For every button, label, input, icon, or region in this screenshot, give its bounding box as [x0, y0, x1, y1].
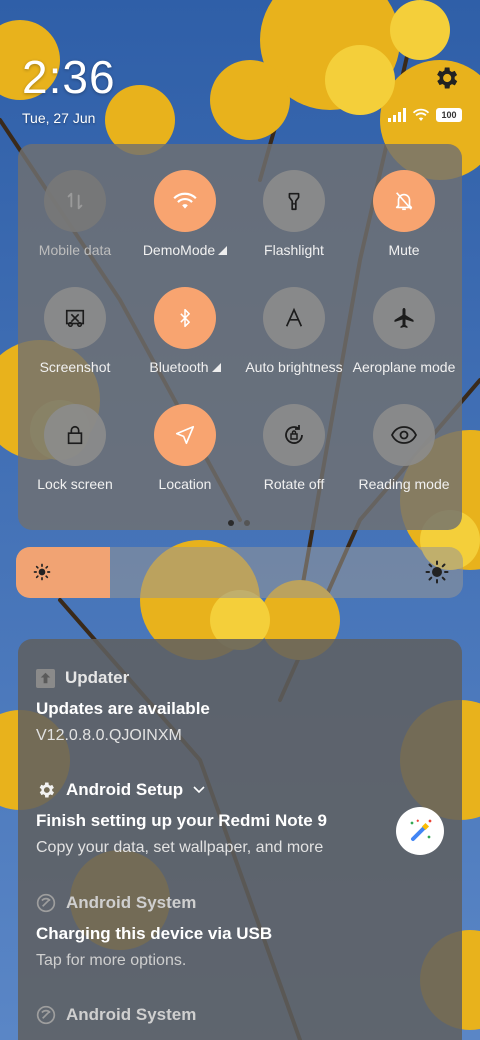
- tile-demomode[interactable]: DemoMode: [130, 170, 240, 258]
- battery-indicator: 100: [436, 108, 462, 122]
- bluetooth-icon: [154, 287, 216, 349]
- tile-aeroplane-mode[interactable]: Aeroplane mode: [349, 287, 459, 375]
- tile-bluetooth[interactable]: Bluetooth: [130, 287, 240, 375]
- android-system-icon: [36, 893, 56, 913]
- notification-panel: Updater Updates are available V12.0.8.0.…: [18, 639, 462, 1040]
- tile-lock-screen[interactable]: Lock screen: [20, 404, 130, 492]
- notification-android-system-2[interactable]: Android System: [36, 1004, 444, 1026]
- notification-title: Updates are available: [36, 699, 210, 718]
- bell-off-icon: [373, 170, 435, 232]
- date[interactable]: Tue, 27 Jun: [22, 110, 95, 126]
- brightness-high-icon: [425, 560, 449, 584]
- rotate-lock-icon: [263, 404, 325, 466]
- tile-label: Screenshot: [39, 359, 111, 375]
- notification-title: Charging this device via USB: [36, 924, 273, 943]
- clock[interactable]: 2:36: [22, 50, 116, 104]
- brightness-fill: [16, 547, 110, 598]
- tile-label: Aeroplane mode: [352, 359, 456, 375]
- chevron-down-icon[interactable]: [193, 785, 205, 795]
- notification-text: Tap for more options.: [36, 952, 187, 969]
- mobile-data-icon: [44, 170, 106, 232]
- notification-text: Copy your data, set wallpaper, and more: [36, 839, 324, 856]
- gear-icon[interactable]: [432, 64, 460, 92]
- expand-indicator: [211, 363, 221, 372]
- expand-indicator: [218, 246, 228, 255]
- tile-label: Auto brightness: [245, 359, 343, 375]
- lock-icon: [44, 404, 106, 466]
- tile-screenshot[interactable]: Screenshot: [20, 287, 130, 375]
- tile-label: Bluetooth: [130, 359, 240, 375]
- notification-title: Finish setting up your Redmi Note 9: [36, 811, 327, 830]
- tile-label: DemoMode: [130, 242, 240, 258]
- app-name: Android System: [66, 1005, 197, 1024]
- tile-label: Location: [158, 476, 212, 492]
- tile-mute[interactable]: Mute: [349, 170, 459, 258]
- app-name: Android System: [66, 893, 197, 912]
- updater-icon: [36, 668, 55, 688]
- location-icon: [154, 404, 216, 466]
- tile-flashlight[interactable]: Flashlight: [239, 170, 349, 258]
- status-icons: 100: [388, 108, 462, 122]
- tile-location[interactable]: Location: [130, 404, 240, 492]
- notification-android-setup[interactable]: Android Setup Finish setting up your Red…: [36, 779, 444, 857]
- tile-label: Reading mode: [358, 476, 450, 492]
- tile-label: Flashlight: [264, 242, 324, 258]
- notification-android-system[interactable]: Android System Charging this device via …: [36, 892, 444, 970]
- tile-label: Rotate off: [263, 476, 325, 492]
- page-dot[interactable]: [244, 520, 250, 526]
- eye-icon: [373, 404, 435, 466]
- tile-mobile-data[interactable]: Mobile data: [20, 170, 130, 258]
- airplane-icon: [373, 287, 435, 349]
- wifi-icon: [154, 170, 216, 232]
- magic-wand-icon: [396, 807, 444, 855]
- tile-label: Lock screen: [37, 476, 113, 492]
- app-name: Android Setup: [66, 780, 184, 799]
- auto-brightness-icon: [263, 287, 325, 349]
- app-name: Updater: [65, 668, 130, 687]
- android-system-icon: [36, 1005, 56, 1025]
- screenshot-icon: [44, 287, 106, 349]
- brightness-low-icon: [33, 563, 51, 581]
- tile-auto-brightness[interactable]: Auto brightness: [239, 287, 349, 375]
- tile-label: Mute: [388, 242, 420, 258]
- signal-icon: [388, 108, 406, 122]
- notification-updater[interactable]: Updater Updates are available V12.0.8.0.…: [36, 667, 444, 745]
- quick-settings-panel: Mobile data DemoMode Flashlight Mute Scr…: [18, 144, 462, 530]
- wifi-status-icon: [412, 108, 430, 121]
- page-dot[interactable]: [228, 520, 234, 526]
- tile-reading-mode[interactable]: Reading mode: [349, 404, 459, 492]
- tile-rotate-off[interactable]: Rotate off: [239, 404, 349, 492]
- tile-label: Mobile data: [38, 242, 112, 258]
- gear-icon: [39, 782, 54, 798]
- page-indicator: [228, 520, 250, 526]
- brightness-slider[interactable]: [16, 547, 463, 598]
- flashlight-icon: [263, 170, 325, 232]
- notification-text: V12.0.8.0.QJOINXM: [36, 727, 182, 744]
